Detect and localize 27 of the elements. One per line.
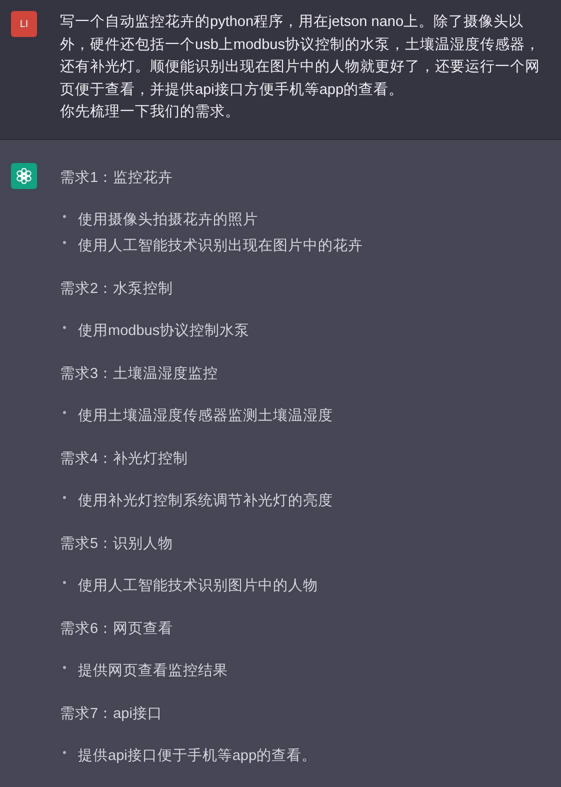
requirement-item: 使用补光灯控制系统调节补光灯的亮度 (78, 492, 333, 510)
bullet-icon (63, 326, 66, 329)
bullet-icon (63, 411, 66, 414)
bullet-icon (63, 751, 66, 754)
requirement-item: 提供网页查看监控结果 (78, 662, 228, 680)
requirement-heading: 需求2：水泵控制 (60, 280, 174, 298)
requirement-item: 使用土壤温湿度传感器监测土壤温湿度 (78, 406, 333, 426)
bullet-icon (63, 496, 66, 499)
bullet-icon (63, 241, 66, 244)
user-avatar: LI (11, 11, 37, 37)
requirement-item: 使用人工智能技术识别图片中的人物 (78, 576, 318, 596)
requirement-heading: 需求6：网页查看 (60, 620, 174, 638)
requirement-item: 使用摄像头拍摄花卉的照片 (78, 210, 258, 230)
bullet-icon (63, 581, 66, 584)
requirement-heading: 需求4：补光灯控制 (60, 450, 190, 468)
knot-logo-icon (15, 166, 33, 184)
requirement-item: 使用人工智能技术识别出现在图片中的花卉 (78, 236, 363, 256)
requirement-heading: 需求3：土壤温湿度监控 (60, 364, 220, 384)
requirement-heading: 需求7：api接口 (60, 704, 164, 724)
requirement-heading: 需求5：识别人物 (60, 534, 174, 554)
bullet-icon (63, 666, 66, 669)
message-text: 你先梳理一下我们的需求。 (60, 103, 241, 122)
requirement-heading: 需求1：监控花卉 (60, 168, 174, 188)
bullet-icon (63, 215, 66, 218)
requirement-item: 使用modbus协议控制水泵 (78, 322, 250, 340)
message-text: 写一个自动监控花卉的python程序，用在jetson nano上。除了摄像头以外，硬件还包括一个usb上modbus协议控制的水泵，土壤温湿度传感器，还有补光灯。顺便能识别出现在图片中的人物就更好了，还要运行一个网页便于查看，并提供api接口方便手机等app的查看。 (60, 13, 541, 100)
requirement-item: 提供api接口便于手机等app的查看。 (78, 746, 317, 766)
